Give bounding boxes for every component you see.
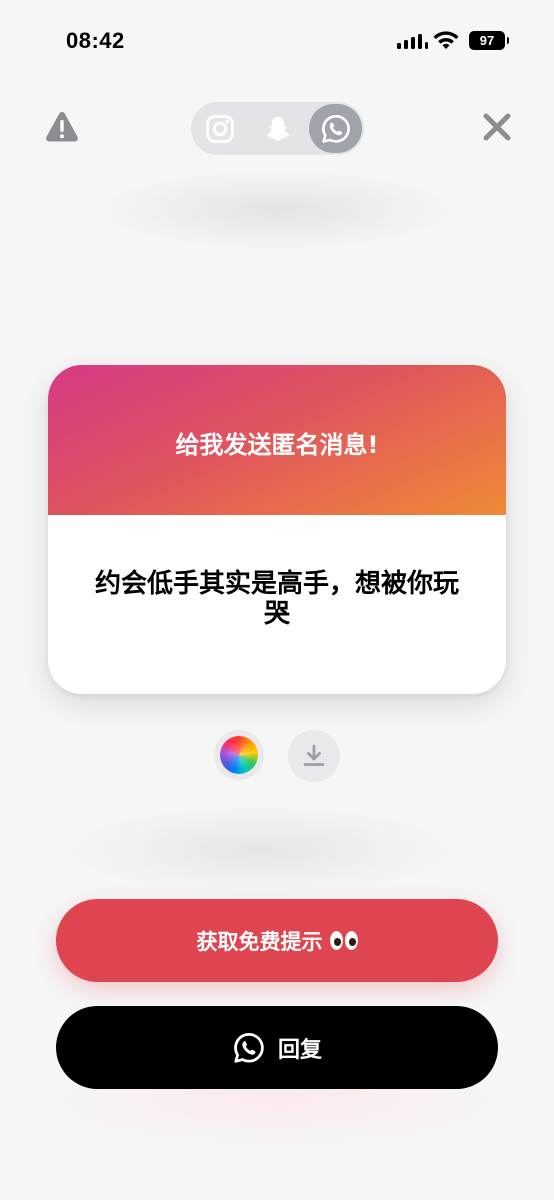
- close-button[interactable]: [480, 110, 514, 144]
- reply-button[interactable]: 回复: [56, 1006, 498, 1089]
- color-wheel-icon: [220, 736, 258, 774]
- whatsapp-icon: [234, 1032, 264, 1063]
- status-time: 08:42: [66, 28, 125, 53]
- battery-level: 97: [479, 33, 495, 48]
- report-button[interactable]: [44, 109, 80, 145]
- reply-button-label: 回复: [277, 1037, 322, 1063]
- close-x-icon: [483, 113, 511, 141]
- wifi-icon: [433, 31, 459, 49]
- color-picker-button[interactable]: [214, 730, 264, 780]
- warning-triangle-icon: [46, 112, 78, 142]
- eyes-emoji: [329, 931, 358, 950]
- cellular-signal-icon: [397, 31, 428, 49]
- card-header: 给我发送匿名消息!: [48, 365, 506, 515]
- anonymous-message-text: 约会低手其实是高手，想被你玩哭: [94, 568, 459, 629]
- platform-snapchat-tab[interactable]: [251, 104, 304, 153]
- card-title: 给我发送匿名消息!: [175, 430, 379, 459]
- status-bar: 08:42 97: [0, 0, 554, 80]
- snapchat-icon: [265, 116, 290, 141]
- whatsapp-icon: [321, 114, 350, 143]
- message-card: 给我发送匿名消息! 约会低手其实是高手，想被你玩哭: [48, 365, 506, 694]
- platform-instagram-tab[interactable]: [193, 104, 246, 153]
- card-body: 约会低手其实是高手，想被你玩哭: [48, 515, 506, 694]
- download-button[interactable]: [288, 730, 340, 782]
- instagram-icon: [205, 114, 234, 143]
- get-free-hint-button[interactable]: 获取免费提示: [56, 899, 498, 982]
- battery-indicator: 97: [469, 31, 509, 50]
- platform-selector: [191, 102, 364, 155]
- platform-whatsapp-tab[interactable]: [309, 104, 362, 153]
- hint-button-label: 获取免费提示: [196, 929, 323, 954]
- download-icon: [303, 744, 325, 766]
